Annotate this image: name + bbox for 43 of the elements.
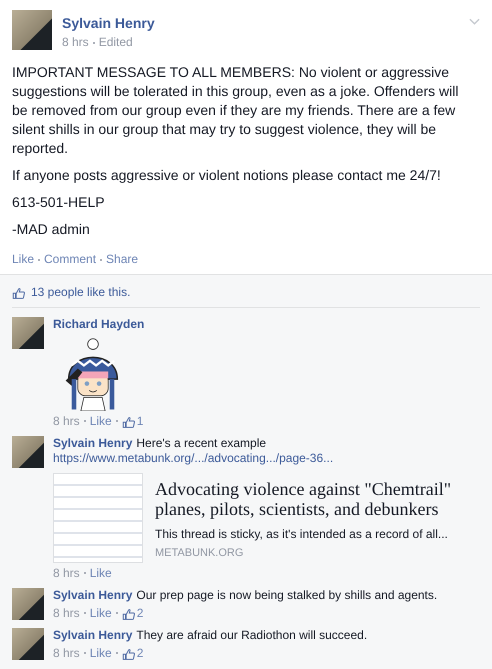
author-name-link[interactable]: Sylvain Henry xyxy=(62,15,155,31)
post-text: IMPORTANT MESSAGE TO ALL MEMBERS: No violent or aggressive suggestions will be tolerated in this group, even as a joke. Offenders will be removed from our group even if they are my friends. There are a few silent shills in our group that may try to suggest violence, they will be reported. xyxy=(12,63,460,158)
chevron-down-icon xyxy=(469,18,480,25)
avatar xyxy=(12,317,44,349)
comment-text: Here's a recent example xyxy=(136,436,266,450)
action-link[interactable]: Like xyxy=(12,252,34,266)
like-link[interactable]: Like xyxy=(90,414,112,428)
timestamp: 8 hrs xyxy=(53,414,80,428)
comment-text: Our prep page is now being stalked by shills and agents. xyxy=(136,588,438,602)
link-description: This thread is sticky, as it's intended as a record of all... xyxy=(155,527,449,541)
link-title[interactable]: Advocating violence against "Chemtrail" planes, pilots, scientists, and debunkers xyxy=(155,479,480,519)
comment-text: They are afraid our Radiothon will succeed. xyxy=(136,628,368,642)
timestamp: 8 hrs xyxy=(53,606,80,620)
avatar xyxy=(12,628,44,660)
avatar xyxy=(12,10,52,50)
thumbs-up-icon xyxy=(12,285,26,299)
link-domain: METABUNK.ORG xyxy=(155,547,244,559)
thumbs-up-icon xyxy=(122,646,136,660)
post-text: 613-501-HELP xyxy=(12,193,106,212)
thumbs-up-icon xyxy=(122,606,136,620)
like-count[interactable]: 1 xyxy=(136,414,144,428)
post-text: If anyone posts aggressive or violent notions please contact me 24/7! xyxy=(12,166,442,185)
thumbs-up-icon xyxy=(122,414,136,428)
like-link[interactable]: Like xyxy=(90,566,112,580)
action-link[interactable]: Share xyxy=(106,252,138,266)
author-name-link[interactable]: Sylvain Henry xyxy=(53,588,132,602)
like-count[interactable]: 2 xyxy=(136,606,144,620)
likes-summary-link[interactable]: 13 people like this. xyxy=(31,285,130,299)
author-name-link[interactable]: Richard Hayden xyxy=(53,317,144,331)
avatar xyxy=(12,588,44,620)
post-text: -MAD admin xyxy=(12,220,91,239)
like-link[interactable]: Like xyxy=(90,606,112,620)
avatar xyxy=(12,436,44,468)
url-link[interactable]: https://www.metabunk.org/.../advocating.../page-36... xyxy=(53,451,480,466)
edited-label: Edited xyxy=(98,35,133,49)
timestamp: 8 hrs xyxy=(53,646,80,660)
timestamp-link[interactable]: 8 hrs xyxy=(62,35,89,49)
author-name-link[interactable]: Sylvain Henry xyxy=(53,436,132,450)
timestamp: 8 hrs xyxy=(53,566,80,580)
like-count[interactable]: 2 xyxy=(136,646,144,660)
like-link[interactable]: Like xyxy=(90,646,112,660)
author-name-link[interactable]: Sylvain Henry xyxy=(53,628,132,642)
action-link[interactable]: Comment xyxy=(44,252,96,266)
